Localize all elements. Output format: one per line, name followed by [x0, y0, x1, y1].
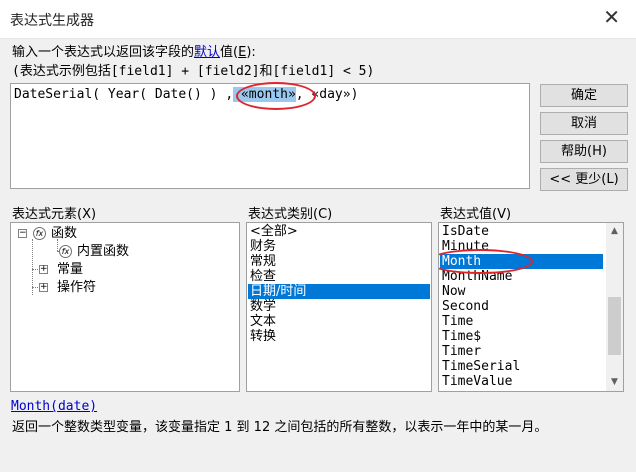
expression-editor[interactable]: DateSerial( Year( Date() ) , «month», «d… — [10, 82, 530, 189]
values-list[interactable]: IsDate Minute Month MonthName Now Second Time T… — [438, 222, 624, 392]
category-item[interactable]: 常规 — [248, 254, 430, 269]
tree-item-operators[interactable]: 操作符 — [55, 280, 96, 295]
expand-toggle[interactable]: + — [39, 283, 48, 292]
category-item[interactable]: 财务 — [248, 239, 430, 254]
annotation-circle-month-placeholder — [236, 82, 316, 110]
category-item[interactable]: 检查 — [248, 269, 430, 284]
expression-before: DateSerial( Year( Date() ) , — [14, 87, 234, 102]
function-icon: fx — [33, 227, 46, 240]
title-bar — [0, 0, 636, 39]
values-label: 表达式值(V) — [440, 207, 512, 222]
elements-tree[interactable]: − fx 函数 fx 内置函数 + 常量 + 操作符 — [10, 222, 240, 392]
value-item[interactable]: Time$ — [440, 329, 603, 344]
categories-label: 表达式类别(C) — [248, 207, 333, 222]
scroll-down-icon[interactable]: ▼ — [606, 374, 623, 391]
value-item[interactable]: TimeValue — [440, 374, 603, 389]
scroll-up-icon[interactable]: ▲ — [606, 223, 623, 240]
category-item[interactable]: 文本 — [248, 314, 430, 329]
function-description: 返回一个整数类型变量，该变量指定 1 到 12 之间包括的所有整数，以表示一年中… — [12, 420, 548, 435]
scrollbar-thumb[interactable] — [608, 297, 621, 355]
instruction-line-2: (表达式示例包括[field1] + [field2]和[field1] < 5… — [12, 64, 375, 79]
default-link[interactable]: 默认 — [194, 45, 220, 60]
categories-list[interactable]: <全部> 财务 常规 检查 日期/时间 数学 文本 转换 — [246, 222, 432, 392]
values-scrollbar[interactable]: ▲ ▼ — [606, 223, 623, 391]
less-button[interactable]: << 更少(L) — [540, 168, 628, 191]
close-icon[interactable]: ✕ — [603, 7, 620, 27]
expand-toggle[interactable]: + — [39, 265, 48, 274]
instruction-text-2: 值( — [220, 45, 239, 60]
value-item[interactable]: IsDate — [440, 224, 603, 239]
function-help-link[interactable]: Month(date) — [11, 399, 97, 414]
instruction-text: 输入一个表达式以返回该字段的 — [12, 45, 195, 60]
ok-button[interactable]: 确定 — [540, 84, 628, 107]
collapse-toggle[interactable]: − — [18, 229, 27, 238]
value-item[interactable]: Timer — [440, 344, 603, 359]
value-item[interactable]: Second — [440, 299, 603, 314]
value-item[interactable]: Now — [440, 284, 603, 299]
window-title: 表达式生成器 — [10, 13, 94, 29]
category-item[interactable]: <全部> — [248, 224, 430, 239]
value-item[interactable]: Time — [440, 314, 603, 329]
category-item[interactable]: 转换 — [248, 329, 430, 344]
category-item[interactable]: 数学 — [248, 299, 430, 314]
instruction-line-1: 输入一个表达式以返回该字段的默认值(E): — [12, 41, 256, 60]
value-item[interactable]: TimeSerial — [440, 359, 603, 374]
tree-item-functions[interactable]: 函数 — [49, 226, 77, 241]
instruction-text-end: ): — [246, 45, 256, 60]
tree-item-constants[interactable]: 常量 — [55, 262, 83, 277]
cancel-button[interactable]: 取消 — [540, 112, 628, 135]
function-icon: fx — [59, 245, 72, 258]
categories-items: <全部> 财务 常规 检查 日期/时间 数学 文本 转换 — [248, 224, 430, 344]
tree-item-builtin-functions[interactable]: 内置函数 — [75, 244, 129, 259]
help-button[interactable]: 帮助(H) — [540, 140, 628, 163]
elements-label: 表达式元素(X) — [12, 207, 97, 222]
category-item[interactable]: 日期/时间 — [248, 284, 430, 299]
